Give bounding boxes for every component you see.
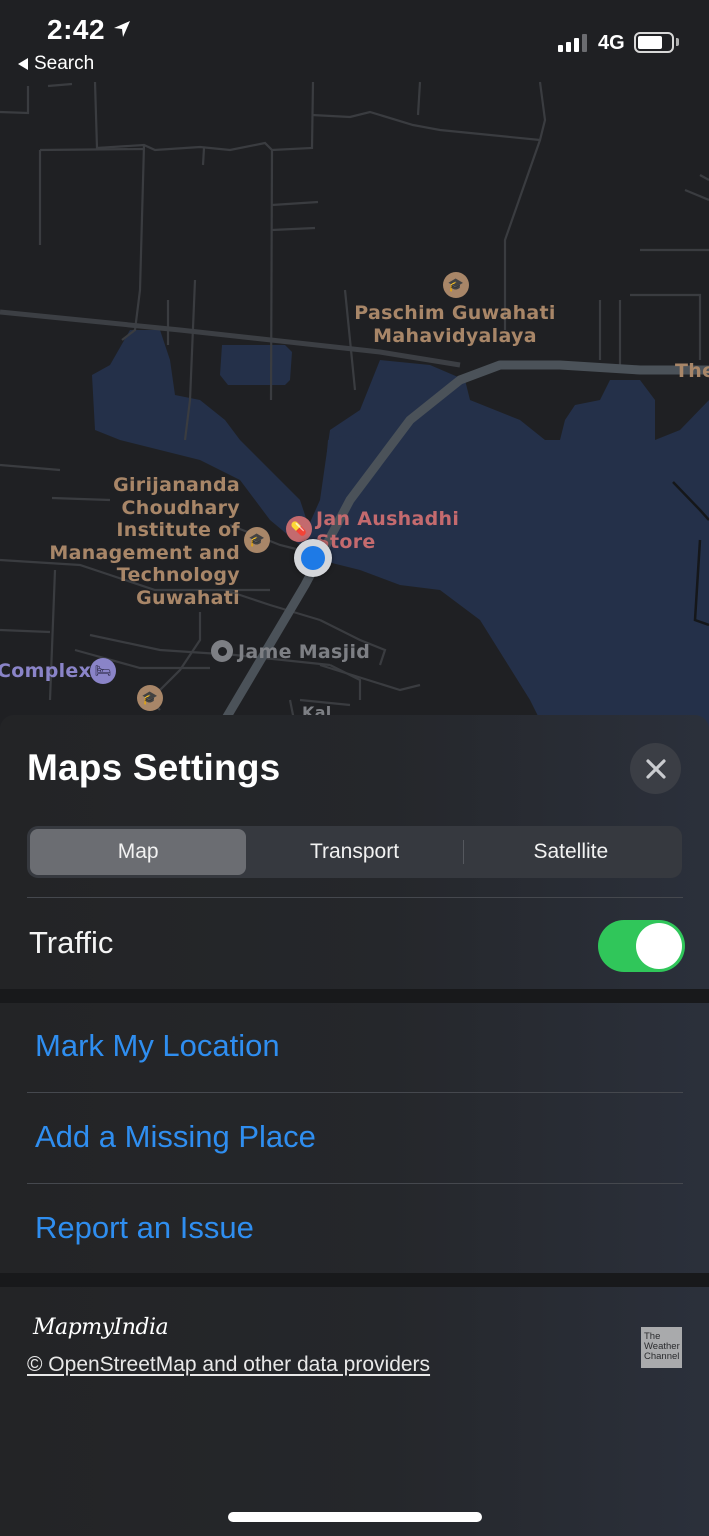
back-to-search-link[interactable]: Search bbox=[18, 53, 94, 75]
traffic-label: Traffic bbox=[29, 925, 114, 960]
poi-label-the[interactable]: The bbox=[675, 360, 709, 383]
graduation-cap-icon[interactable]: 🎓 bbox=[443, 272, 469, 298]
mosque-icon[interactable] bbox=[211, 640, 233, 662]
close-icon bbox=[645, 758, 666, 779]
section-separator bbox=[0, 989, 709, 1003]
graduation-cap-icon[interactable]: 🎓 bbox=[137, 685, 163, 711]
back-triangle-icon bbox=[18, 58, 28, 70]
divider bbox=[27, 897, 683, 898]
graduation-cap-icon[interactable]: 🎓 bbox=[244, 527, 270, 553]
divider bbox=[27, 1092, 683, 1093]
user-location-dot[interactable] bbox=[294, 539, 332, 577]
close-button[interactable] bbox=[630, 743, 681, 794]
mark-my-location-button[interactable]: Mark My Location bbox=[35, 1028, 280, 1064]
battery-cap bbox=[676, 38, 679, 46]
sheet-title: Maps Settings bbox=[27, 747, 281, 788]
hotel-bed-icon[interactable]: 🛏 bbox=[90, 658, 116, 684]
weather-channel-logo[interactable]: The Weather Channel bbox=[641, 1327, 682, 1368]
home-indicator[interactable] bbox=[228, 1512, 482, 1522]
status-bar: 2:42 Search 4G bbox=[0, 0, 709, 82]
water-lake-main bbox=[300, 360, 709, 760]
maps-settings-sheet: Maps Settings Map Transport Satellite Tr… bbox=[0, 715, 709, 1536]
divider bbox=[27, 1183, 683, 1184]
status-time: 2:42 bbox=[47, 14, 106, 45]
segment-satellite[interactable]: Satellite bbox=[463, 829, 679, 875]
poi-label-jame-masjid[interactable]: Jame Masjid bbox=[238, 641, 370, 664]
segment-map[interactable]: Map bbox=[30, 829, 247, 875]
attribution-link[interactable]: © OpenStreetMap and other data providers bbox=[27, 1353, 430, 1377]
add-missing-place-button[interactable]: Add a Missing Place bbox=[35, 1119, 316, 1155]
report-issue-button[interactable]: Report an Issue bbox=[35, 1210, 254, 1246]
segment-divider bbox=[463, 840, 464, 864]
map-view[interactable]: 🎓 Paschim Guwahati Mahavidyalaya The Gir… bbox=[0, 0, 709, 760]
toggle-knob bbox=[636, 923, 682, 969]
poi-label-jan-aushadhi[interactable]: Jan Aushadhi Store bbox=[316, 508, 459, 553]
water-pond-rect bbox=[220, 345, 292, 385]
cellular-signal-icon bbox=[558, 34, 587, 52]
map-type-segmented-control[interactable]: Map Transport Satellite bbox=[27, 826, 682, 878]
network-type: 4G bbox=[598, 32, 625, 54]
pharmacy-icon[interactable]: 💊 bbox=[286, 516, 312, 542]
poi-label-paschim-guwahati[interactable]: Paschim Guwahati Mahavidyalaya bbox=[340, 302, 570, 347]
section-separator bbox=[0, 1273, 709, 1287]
back-label: Search bbox=[34, 53, 95, 74]
segment-transport[interactable]: Transport bbox=[246, 829, 462, 875]
poi-label-complex[interactable]: Complex bbox=[0, 660, 91, 683]
mapmyindia-logo: MapmyIndia bbox=[33, 1315, 169, 1340]
poi-label-girijananda[interactable]: Girijananda Choudhary Institute of Manag… bbox=[40, 474, 240, 609]
battery-icon bbox=[634, 32, 674, 53]
traffic-toggle[interactable] bbox=[598, 920, 685, 972]
location-arrow-icon bbox=[114, 21, 130, 37]
